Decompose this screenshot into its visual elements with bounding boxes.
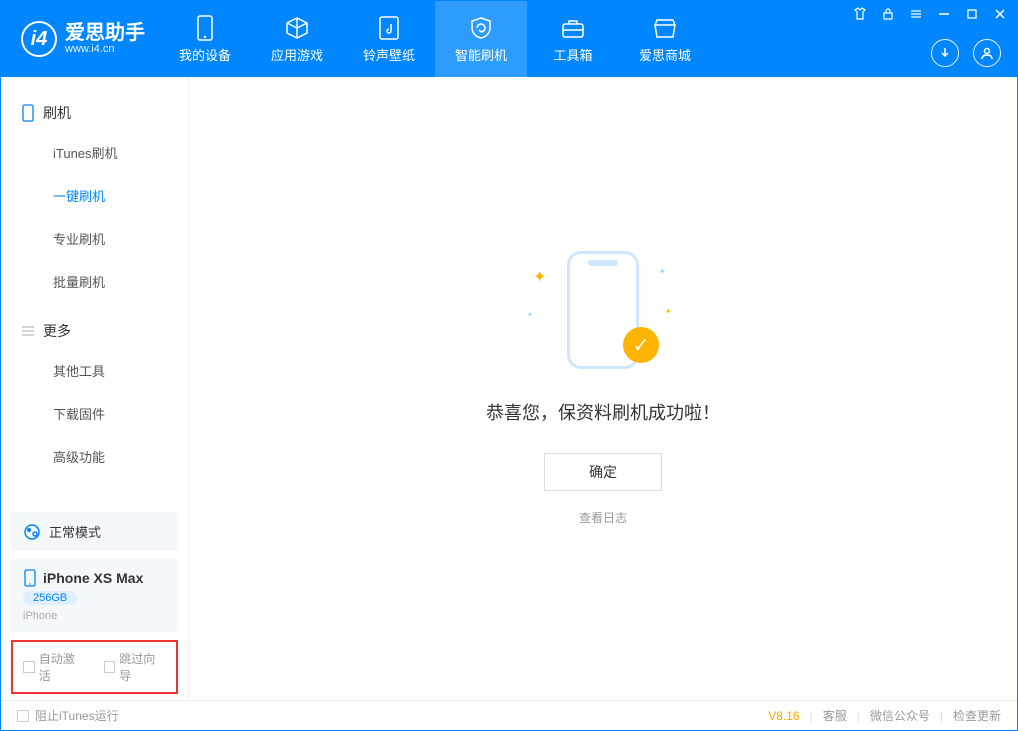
logo-icon: i4 (21, 21, 57, 57)
tab-my-device[interactable]: 我的设备 (159, 1, 251, 77)
sidebar-item-download-firmware[interactable]: 下载固件 (1, 392, 188, 435)
sidebar-item-other-tools[interactable]: 其他工具 (1, 349, 188, 392)
header-right-buttons (931, 39, 1001, 67)
checkbox-icon (23, 661, 35, 673)
menu-icon[interactable] (909, 7, 923, 21)
tab-smart-flash[interactable]: 智能刷机 (435, 1, 527, 77)
sidebar-item-batch-flash[interactable]: 批量刷机 (1, 260, 188, 303)
sparkle-icon: ✦ (659, 267, 669, 277)
cube-icon (284, 15, 310, 41)
window-controls (853, 7, 1007, 21)
sidebar-item-oneclick-flash[interactable]: 一键刷机 (1, 174, 188, 217)
checkbox-block-itunes[interactable]: 阻止iTunes运行 (17, 707, 119, 724)
sparkle-icon: ✦ (533, 267, 543, 277)
sparkle-icon: ✦ (665, 307, 675, 317)
app-title: 爱思助手 (65, 23, 145, 43)
sidebar: 刷机 iTunes刷机 一键刷机 专业刷机 批量刷机 更多 其他工具 下载固件 … (1, 77, 189, 700)
tab-label: 爱思商城 (639, 45, 691, 64)
tab-label: 智能刷机 (455, 45, 507, 64)
shirt-icon[interactable] (853, 7, 867, 21)
device-name: iPhone XS Max (43, 570, 143, 586)
checkbox-label: 自动激活 (39, 650, 86, 684)
checkbox-icon (104, 661, 116, 673)
tab-apps-games[interactable]: 应用游戏 (251, 1, 343, 77)
minimize-button[interactable] (937, 7, 951, 21)
app-logo: i4 爱思助手 www.i4.cn (1, 1, 159, 77)
checkbox-label: 跳过向导 (119, 650, 166, 684)
mode-label: 正常模式 (49, 522, 101, 541)
lock-icon[interactable] (881, 7, 895, 21)
mode-icon (23, 523, 41, 541)
section-label: 更多 (43, 321, 71, 341)
device-icon (23, 569, 37, 587)
device-type: iPhone (23, 610, 166, 622)
footer: 阻止iTunes运行 V8.16 | 客服 | 微信公众号 | 检查更新 (1, 700, 1017, 730)
toolbox-icon (560, 15, 586, 41)
body: 刷机 iTunes刷机 一键刷机 专业刷机 批量刷机 更多 其他工具 下载固件 … (1, 77, 1017, 700)
tab-label: 应用游戏 (271, 45, 323, 64)
main-tabs: 我的设备 应用游戏 铃声壁纸 智能刷机 工具箱 爱思商城 (159, 1, 711, 77)
success-illustration: ✦ ✦ ✦ ✦ ✓ (533, 251, 673, 371)
music-file-icon (376, 15, 402, 41)
phone-icon (192, 15, 218, 41)
tab-label: 铃声壁纸 (363, 45, 415, 64)
checkbox-label: 阻止iTunes运行 (35, 707, 119, 724)
device-small-icon (21, 104, 35, 122)
main-content: ✦ ✦ ✦ ✦ ✓ 恭喜您，保资料刷机成功啦！ 确定 查看日志 (189, 77, 1017, 700)
list-icon (21, 324, 35, 338)
device-box[interactable]: iPhone XS Max 256GB iPhone (11, 559, 178, 632)
maximize-button[interactable] (965, 7, 979, 21)
sparkle-icon: ✦ (527, 311, 537, 321)
check-badge-icon: ✓ (623, 327, 659, 363)
tab-label: 我的设备 (179, 45, 231, 64)
footer-support-link[interactable]: 客服 (823, 707, 847, 724)
sidebar-section-more: 更多 (1, 313, 188, 349)
app-subtitle: www.i4.cn (65, 43, 145, 55)
checkbox-skip-guide[interactable]: 跳过向导 (104, 650, 167, 684)
sidebar-item-pro-flash[interactable]: 专业刷机 (1, 217, 188, 260)
footer-wechat-link[interactable]: 微信公众号 (870, 707, 930, 724)
highlighted-checkbox-row: 自动激活 跳过向导 (11, 640, 178, 694)
tab-store[interactable]: 爱思商城 (619, 1, 711, 77)
sidebar-item-advanced[interactable]: 高级功能 (1, 435, 188, 478)
sidebar-section-flash: 刷机 (1, 95, 188, 131)
checkbox-auto-activate[interactable]: 自动激活 (23, 650, 86, 684)
storage-badge: 256GB (23, 591, 77, 605)
mode-box[interactable]: 正常模式 (11, 512, 178, 551)
success-message: 恭喜您，保资料刷机成功啦！ (486, 399, 720, 425)
store-icon (652, 15, 678, 41)
refresh-shield-icon (468, 15, 494, 41)
download-button[interactable] (931, 39, 959, 67)
sidebar-item-itunes-flash[interactable]: iTunes刷机 (1, 131, 188, 174)
close-button[interactable] (993, 7, 1007, 21)
footer-update-link[interactable]: 检查更新 (953, 707, 1001, 724)
header: i4 爱思助手 www.i4.cn 我的设备 应用游戏 铃声壁纸 智能刷机 工具… (1, 1, 1017, 77)
tab-label: 工具箱 (553, 45, 592, 64)
tab-toolbox[interactable]: 工具箱 (527, 1, 619, 77)
checkbox-icon (17, 710, 29, 722)
ok-button[interactable]: 确定 (544, 453, 662, 491)
tab-ringtone-wallpaper[interactable]: 铃声壁纸 (343, 1, 435, 77)
view-log-link[interactable]: 查看日志 (579, 509, 627, 526)
version-label: V8.16 (768, 709, 799, 723)
section-label: 刷机 (43, 103, 71, 123)
user-button[interactable] (973, 39, 1001, 67)
